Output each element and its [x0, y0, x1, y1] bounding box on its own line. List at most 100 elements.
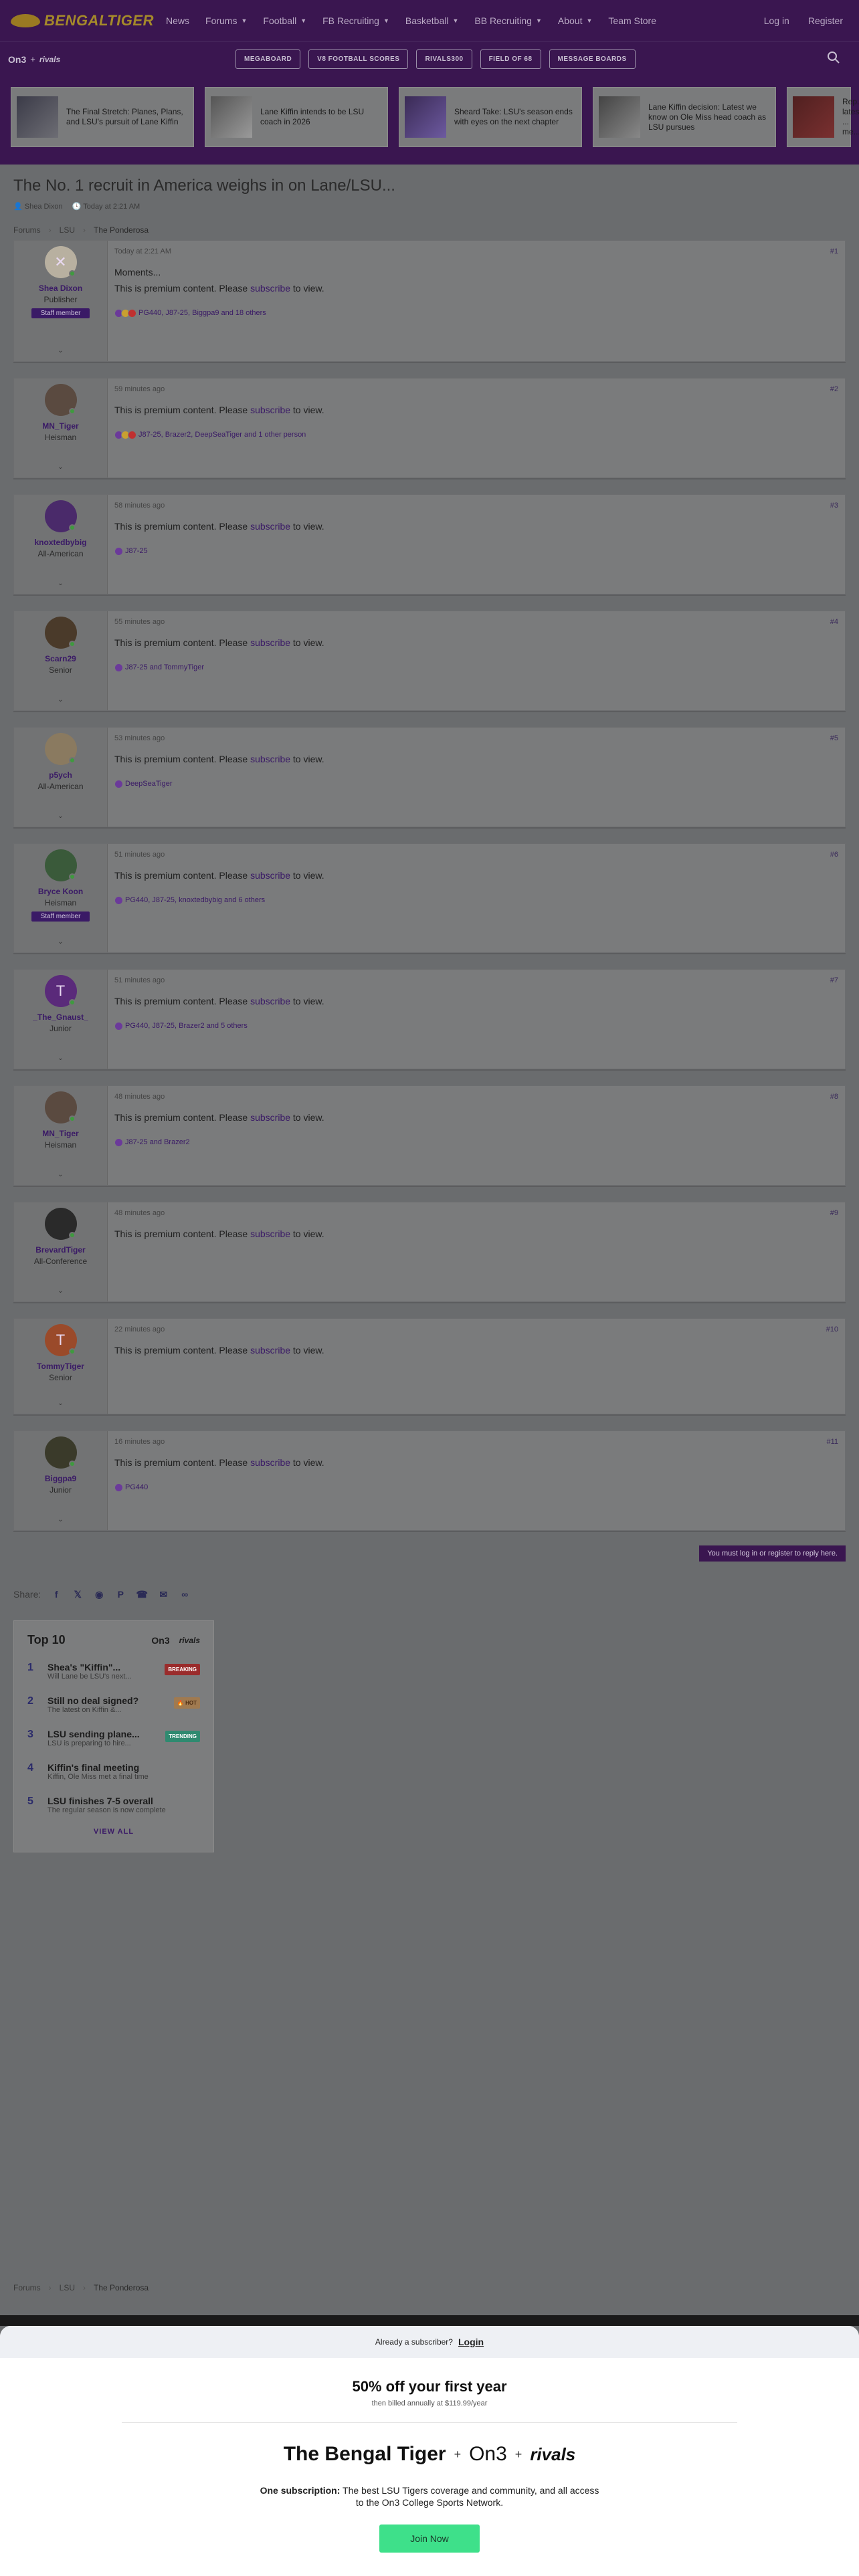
post-timestamp[interactable]: 58 minutes ago: [114, 502, 838, 510]
breadcrumb-ponderosa[interactable]: The Ponderosa: [94, 225, 149, 235]
post-number[interactable]: #4: [830, 618, 838, 626]
post-number[interactable]: #11: [826, 1438, 838, 1446]
reaction-users[interactable]: J87-25 and Brazer2: [125, 1138, 190, 1146]
facebook-icon[interactable]: f: [50, 1588, 62, 1600]
post-number[interactable]: #5: [830, 734, 838, 742]
reaction-bar[interactable]: J87-25 and TommyTiger: [114, 663, 838, 672]
rivals-logo[interactable]: rivals: [39, 55, 60, 64]
subscribe-link[interactable]: subscribe: [250, 405, 290, 415]
story-card[interactable]: Lane Kiffin decision: Latest we know on …: [593, 87, 776, 147]
link-icon[interactable]: ∞: [179, 1588, 191, 1600]
post-timestamp[interactable]: 48 minutes ago: [114, 1093, 838, 1101]
on3-logo[interactable]: On3: [8, 54, 26, 65]
post-number[interactable]: #10: [826, 1325, 838, 1333]
reaction-bar[interactable]: J87-25, Brazer2, DeepSeaTiger and 1 othe…: [114, 430, 838, 439]
chevron-down-icon[interactable]: ⌄: [58, 1164, 63, 1178]
network-pill-megaboard[interactable]: MEGABOARD: [235, 49, 301, 69]
post-number[interactable]: #6: [830, 851, 838, 859]
reaction-bar[interactable]: J87-25 and Brazer2: [114, 1138, 838, 1147]
breadcrumb-ponderosa[interactable]: The Ponderosa: [94, 2283, 149, 2292]
pinterest-icon[interactable]: P: [114, 1588, 126, 1600]
reaction-users[interactable]: PG440, J87-25, Biggpa9 and 18 others: [138, 309, 266, 317]
avatar[interactable]: [44, 384, 77, 416]
top10-item-title[interactable]: Shea's "Kiffin"...: [47, 1662, 153, 1673]
chevron-down-icon[interactable]: ⌄: [58, 457, 63, 471]
reaction-bar[interactable]: PG440, J87-25, Biggpa9 and 18 others: [114, 308, 838, 318]
top10-item[interactable]: 1 Shea's "Kiffin"... Will Lane be LSU's ne…: [27, 1662, 200, 1681]
email-icon[interactable]: ✉: [157, 1588, 169, 1600]
network-pill-v8-football-scores[interactable]: V8 FOOTBALL SCORES: [308, 49, 409, 69]
top10-item-title[interactable]: LSU sending plane...: [47, 1729, 153, 1739]
reaction-bar[interactable]: PG440, J87-25, Brazer2 and 5 others: [114, 1021, 838, 1031]
breadcrumb-forums[interactable]: Forums: [13, 225, 41, 235]
login-link[interactable]: Log in: [764, 15, 789, 26]
nav-link-bb-recruiting[interactable]: BB Recruiting ▼: [466, 15, 550, 26]
post-timestamp[interactable]: Today at 2:21 AM: [114, 247, 838, 255]
avatar[interactable]: [44, 1436, 77, 1469]
thread-author[interactable]: 👤 Shea Dixon: [13, 202, 63, 211]
subscribe-link[interactable]: subscribe: [250, 637, 290, 648]
search-icon[interactable]: [827, 51, 851, 68]
top10-item-title[interactable]: Still no deal signed?: [47, 1695, 162, 1706]
twitter-icon[interactable]: 𝕏: [72, 1588, 84, 1600]
post-number[interactable]: #9: [830, 1209, 838, 1217]
post-timestamp[interactable]: 51 minutes ago: [114, 976, 838, 984]
avatar[interactable]: [44, 849, 77, 881]
reaction-users[interactable]: J87-25 and TommyTiger: [125, 663, 204, 671]
nav-link-about[interactable]: About ▼: [550, 15, 601, 26]
avatar[interactable]: [44, 733, 77, 765]
post-timestamp[interactable]: 55 minutes ago: [114, 618, 838, 626]
network-pill-message-boards[interactable]: MESSAGE BOARDS: [549, 49, 636, 69]
top10-item[interactable]: 4 Kiffin's final meeting Kiffin, Ole Miss …: [27, 1762, 200, 1781]
post-username[interactable]: Biggpa9: [45, 1474, 76, 1483]
avatar[interactable]: [44, 1091, 77, 1123]
post-username[interactable]: p5ych: [49, 770, 72, 780]
post-timestamp[interactable]: 16 minutes ago: [114, 1438, 838, 1446]
subscribe-link[interactable]: subscribe: [250, 1112, 290, 1123]
post-username[interactable]: _The_Gnaust_: [33, 1012, 88, 1022]
chevron-down-icon[interactable]: ⌄: [58, 1509, 63, 1523]
avatar[interactable]: T: [44, 975, 77, 1007]
top10-item-title[interactable]: Kiffin's final meeting: [47, 1762, 200, 1773]
network-pill-field-of-68[interactable]: FIELD OF 68: [480, 49, 541, 69]
reaction-users[interactable]: J87-25, Brazer2, DeepSeaTiger and 1 othe…: [138, 431, 306, 439]
subscribe-link[interactable]: subscribe: [250, 1228, 290, 1239]
top10-item[interactable]: 5 LSU finishes 7-5 overall The regular sea…: [27, 1796, 200, 1814]
post-number[interactable]: #8: [830, 1093, 838, 1101]
chevron-down-icon[interactable]: ⌄: [58, 932, 63, 946]
breadcrumb-lsu[interactable]: LSU: [60, 225, 75, 235]
chevron-down-icon[interactable]: ⌄: [58, 1281, 63, 1295]
reddit-icon[interactable]: ◉: [93, 1588, 105, 1600]
post-username[interactable]: MN_Tiger: [42, 1129, 78, 1138]
avatar[interactable]: ✕: [44, 246, 77, 278]
subscribe-link[interactable]: subscribe: [250, 870, 290, 881]
chevron-down-icon[interactable]: ⌄: [58, 1048, 63, 1062]
breadcrumb-lsu[interactable]: LSU: [60, 2283, 75, 2292]
story-card[interactable]: The Final Stretch: Planes, Plans, and LS…: [11, 87, 194, 147]
post-username[interactable]: BrevardTiger: [35, 1245, 85, 1255]
nav-link-news[interactable]: News: [158, 15, 197, 26]
story-card[interactable]: Sheard Take: LSU's season ends with eyes…: [399, 87, 582, 147]
reaction-users[interactable]: J87-25: [125, 547, 148, 555]
login-notice[interactable]: You must log in or register to reply her…: [699, 1545, 846, 1562]
nav-link-basketball[interactable]: Basketball ▼: [397, 15, 467, 26]
paywall-login-link[interactable]: Login: [458, 2337, 484, 2347]
top10-item[interactable]: 2 Still no deal signed? The latest on Kiff…: [27, 1695, 200, 1714]
post-number[interactable]: #2: [830, 385, 838, 393]
join-now-button[interactable]: Join Now: [379, 2525, 480, 2553]
post-username[interactable]: Bryce Koon: [38, 887, 83, 896]
subscribe-link[interactable]: subscribe: [250, 754, 290, 764]
nav-link-fb-recruiting[interactable]: FB Recruiting ▼: [314, 15, 397, 26]
reaction-bar[interactable]: PG440: [114, 1483, 838, 1492]
reaction-users[interactable]: PG440: [125, 1483, 148, 1491]
subscribe-link[interactable]: subscribe: [250, 283, 290, 294]
nav-link-forums[interactable]: Forums ▼: [197, 15, 255, 26]
story-card[interactable]: Lane Kiffin intends to be LSU coach in 2…: [205, 87, 388, 147]
register-link[interactable]: Register: [808, 15, 843, 26]
nav-link-team-store[interactable]: Team Store: [600, 15, 664, 26]
post-timestamp[interactable]: 51 minutes ago: [114, 851, 838, 859]
chevron-down-icon[interactable]: ⌄: [58, 689, 63, 704]
post-username[interactable]: Shea Dixon: [39, 284, 82, 293]
post-number[interactable]: #7: [830, 976, 838, 984]
post-timestamp[interactable]: 22 minutes ago: [114, 1325, 838, 1333]
